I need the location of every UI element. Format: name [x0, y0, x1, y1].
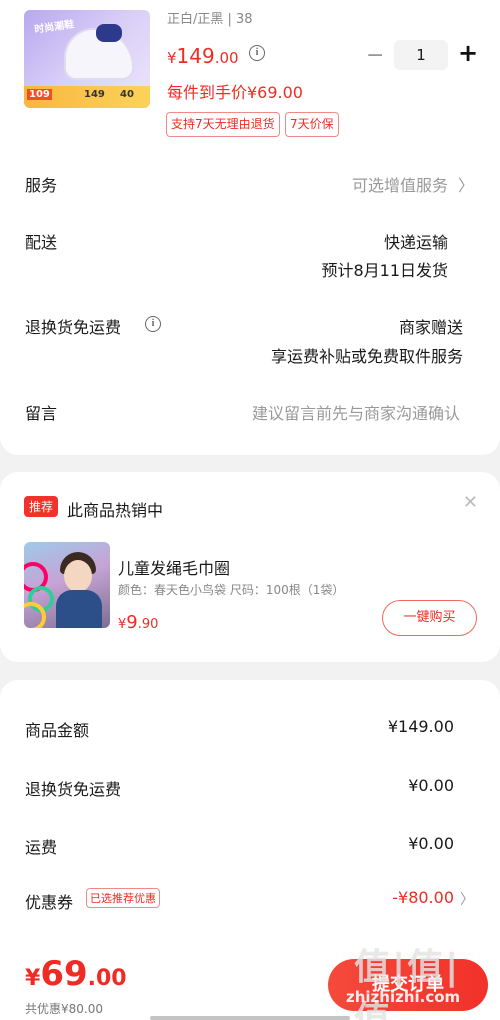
product-image[interactable]: 时尚潮鞋 109 149 40 — [24, 10, 150, 108]
product-image-tag: 时尚潮鞋 — [33, 19, 75, 36]
price-info-icon[interactable]: i — [249, 45, 265, 61]
message-input[interactable]: 建议留言前先与商家沟通确认 — [252, 400, 460, 424]
return-fee-label: 退换货免运费 — [25, 780, 122, 799]
service-label: 服务 — [25, 176, 58, 195]
hand-price: 每件到手价¥69.00 — [167, 83, 303, 102]
recommend-title: 此商品热销中 — [67, 501, 164, 520]
close-icon[interactable]: ✕ — [463, 492, 478, 513]
quantity-input[interactable]: 1 — [394, 40, 448, 70]
shoe-illustration — [64, 24, 134, 80]
quantity-decrease-button[interactable]: − — [366, 43, 384, 68]
goods-amount-value: ¥149.00 — [387, 717, 454, 736]
delivery-eta: 预计8月11日发货 — [321, 261, 448, 280]
coupon-label: 优惠券 — [25, 893, 74, 912]
return-free-label: 退换货免运费 — [25, 318, 122, 337]
quantity-increase-button[interactable]: + — [458, 39, 478, 67]
total-discount: 共优惠¥80.00 — [25, 1002, 103, 1016]
freight-label: 运费 — [25, 838, 58, 857]
freight-value: ¥0.00 — [408, 834, 454, 853]
chevron-right-icon[interactable]: 〉 — [460, 889, 474, 909]
chevron-right-icon[interactable]: 〉 — [458, 172, 474, 196]
message-label: 留言 — [25, 404, 58, 423]
product-price: ¥149.00 — [167, 44, 239, 68]
recommend-product-price: ¥9.90 — [118, 612, 159, 633]
delivery-value: 快递运输 — [383, 233, 448, 252]
return-policy-chip: 支持7天无理由退货 — [166, 112, 280, 137]
return-info-icon[interactable]: i — [145, 316, 161, 332]
one-click-buy-button[interactable]: 一键购买 — [382, 600, 477, 636]
service-value[interactable]: 可选增值服务 — [352, 172, 448, 196]
return-free-value: 商家赠送 — [398, 318, 463, 337]
product-image-strip: 109 149 40 — [24, 86, 150, 108]
delivery-label: 配送 — [25, 233, 58, 252]
return-free-sub: 享运费补贴或免费取件服务 — [270, 347, 463, 366]
recommend-card: 推荐 此商品热销中 ✕ 儿童发绳毛巾圈 颜色：春天色小鸟袋 尺码：100根（1袋… — [0, 472, 500, 662]
coupon-value[interactable]: -¥80.00 — [392, 888, 454, 907]
product-spec[interactable]: 正白/正黑 | 38 — [167, 8, 253, 27]
home-indicator[interactable] — [150, 1016, 350, 1020]
recommend-product-name[interactable]: 儿童发绳毛巾圈 — [118, 555, 230, 579]
total-price: ¥69.00 — [25, 954, 127, 994]
return-fee-value: ¥0.00 — [408, 776, 454, 795]
recommend-product-spec: 颜色：春天色小鸟袋 尺码：100根（1袋） — [118, 583, 345, 597]
price-protect-chip: 7天价保 — [285, 112, 339, 137]
order-item-card: 时尚潮鞋 109 149 40 正白/正黑 | 38 ¥149.00 i − 1… — [0, 0, 500, 455]
recommend-product-image[interactable] — [24, 542, 110, 628]
goods-amount-label: 商品金额 — [25, 721, 90, 740]
submit-order-button[interactable]: 提交订单 — [328, 959, 488, 1011]
recommend-badge: 推荐 — [24, 496, 59, 517]
coupon-chip: 已选推荐优惠 — [86, 888, 160, 908]
checkout-bar: ¥69.00 共优惠¥80.00 提交订单 — [0, 945, 500, 1020]
